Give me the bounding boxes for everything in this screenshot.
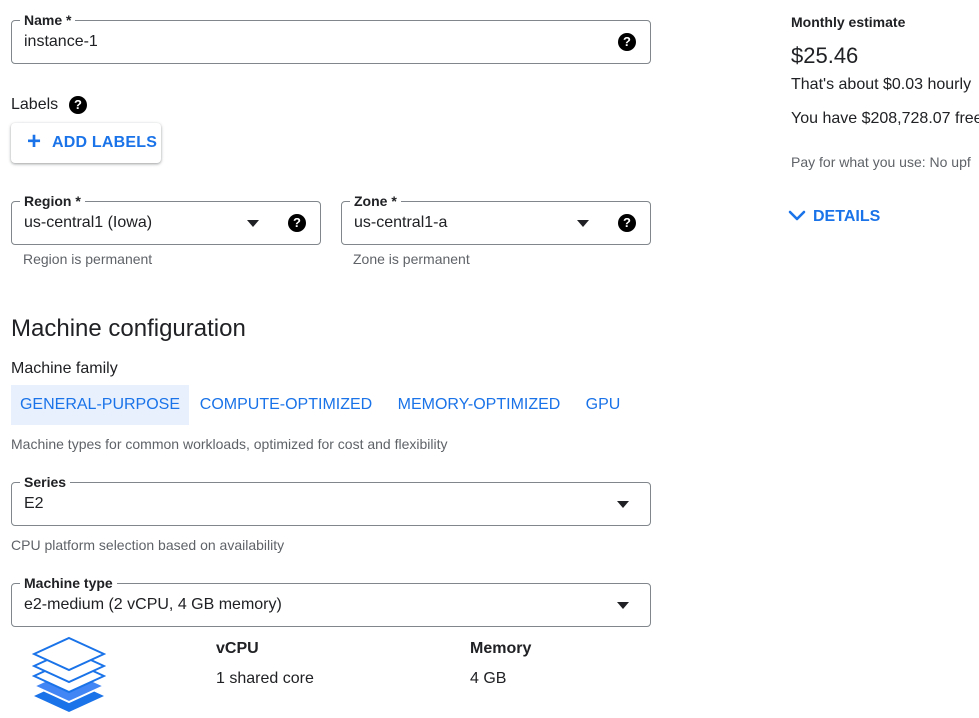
machine-family-description: Machine types for common workloads, opti… — [11, 436, 448, 452]
caret-down-icon[interactable] — [617, 602, 629, 609]
region-field-label: Region * — [20, 192, 85, 210]
tab-compute-optimized[interactable]: COMPUTE-OPTIMIZED — [189, 385, 383, 425]
region-select[interactable]: Region * us-central1 (Iowa) ? — [11, 192, 321, 245]
zone-hint: Zone is permanent — [353, 251, 470, 267]
tab-general-purpose[interactable]: GENERAL-PURPOSE — [11, 385, 189, 425]
tab-memory-optimized[interactable]: MEMORY-OPTIMIZED — [383, 385, 575, 425]
section-title: Machine configuration — [11, 315, 246, 342]
zone-field-label: Zone * — [350, 192, 401, 210]
chevron-down-icon — [788, 210, 806, 221]
machine-family-label: Machine family — [11, 360, 118, 377]
series-hint: CPU platform selection based on availabi… — [11, 537, 285, 553]
tab-gpu[interactable]: GPU — [575, 385, 631, 425]
machine-type-value: e2-medium (2 vCPU, 4 GB memory) — [24, 596, 282, 613]
add-labels-button[interactable]: + ADD LABELS — [11, 123, 161, 163]
labels-title: Labels — [11, 96, 59, 113]
machine-type-select[interactable]: Machine type e2-medium (2 vCPU, 4 GB mem… — [11, 574, 651, 627]
caret-down-icon[interactable] — [617, 501, 629, 508]
zone-select[interactable]: Zone * us-central1-a ? — [341, 192, 651, 245]
series-value: E2 — [24, 495, 44, 512]
estimate-price: $25.46 — [791, 43, 859, 68]
vcpu-value: 1 shared core — [216, 670, 314, 687]
memory-label: Memory — [470, 640, 532, 657]
free-credit: You have $208,728.07 free — [791, 110, 979, 127]
name-input-value[interactable]: instance-1 — [24, 32, 98, 52]
create-instance-form: Name * instance-1 ? Labels ? + ADD LABEL… — [0, 0, 979, 718]
caret-down-icon[interactable] — [577, 220, 589, 227]
memory-value: 4 GB — [470, 670, 507, 687]
region-hint: Region is permanent — [23, 251, 153, 267]
zone-value: us-central1-a — [354, 214, 448, 231]
name-field[interactable]: Name * instance-1 ? — [11, 11, 651, 64]
region-value: us-central1 (Iowa) — [24, 214, 153, 231]
series-select[interactable]: Series E2 — [11, 473, 651, 526]
plus-icon: + — [27, 128, 42, 155]
zone-help-icon[interactable]: ? — [618, 214, 636, 232]
estimate-title: Monthly estimate — [791, 14, 906, 30]
details-button-label: DETAILS — [813, 208, 881, 225]
name-field-label: Name * — [20, 11, 76, 29]
pay-note: Pay for what you use: No upf — [791, 154, 971, 170]
add-labels-button-label: ADD LABELS — [52, 134, 158, 151]
machine-type-field-label: Machine type — [20, 574, 117, 592]
caret-down-icon[interactable] — [247, 220, 259, 227]
series-field-label: Series — [20, 473, 71, 491]
estimate-hourly: That's about $0.03 hourly — [791, 76, 972, 93]
labels-help-icon[interactable]: ? — [69, 96, 87, 114]
layers-icon — [32, 636, 106, 712]
help-icon[interactable]: ? — [618, 33, 636, 51]
vcpu-label: vCPU — [216, 640, 259, 657]
region-help-icon[interactable]: ? — [288, 214, 306, 232]
